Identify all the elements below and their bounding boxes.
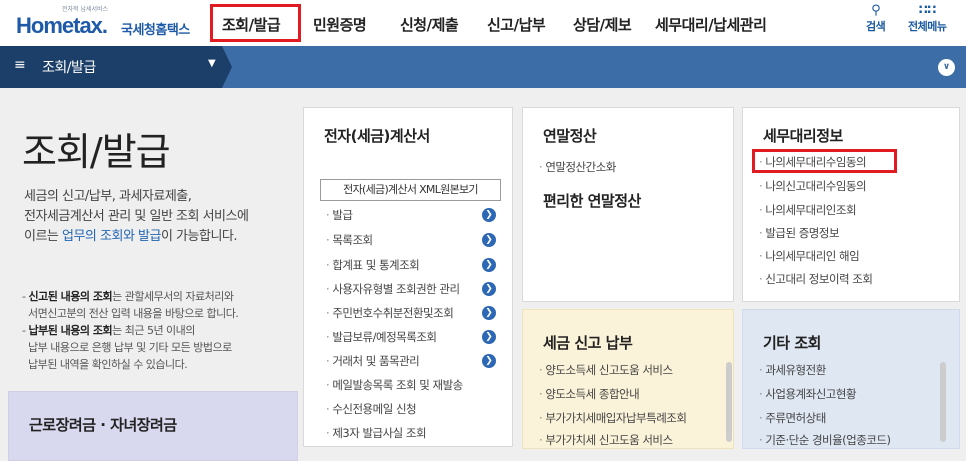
list-item[interactable]: 나의세무대리인 해임	[759, 248, 859, 264]
arrow-right-icon[interactable]: ❯	[482, 354, 496, 368]
search-button[interactable]: ⚲ 검색	[866, 3, 886, 34]
list-item[interactable]: 기준·단순 경비율(업종코드)	[759, 432, 891, 448]
list-item[interactable]: 연말정산간소화	[539, 159, 616, 175]
nav-report-pay[interactable]: 신고/납부	[487, 14, 546, 35]
search-icon: ⚲	[871, 3, 881, 18]
list-item[interactable]: 발급된 증명정보	[759, 225, 839, 241]
scrollbar[interactable]	[940, 362, 946, 442]
list-item[interactable]: 양도소득세 종합안내	[539, 386, 639, 402]
location-bar: ≡ 조회/발급 ▼ ∨	[0, 46, 966, 88]
list-item[interactable]: 나의세무대리인조회	[759, 202, 856, 218]
list-item[interactable]: 제3자 발급사실 조회	[326, 425, 426, 441]
card-etc-inquiry: 기타 조회 과세유형전환 사업용계좌신고현황 주류면허상태 기준·단순 경비율(…	[742, 309, 960, 449]
list-item[interactable]: 부가가치세매입자납부특례조회	[539, 410, 687, 426]
list-item[interactable]: 발급보류/예정목록조회	[326, 329, 437, 345]
arrow-right-icon[interactable]: ❯	[482, 208, 496, 222]
arrow-right-icon[interactable]: ❯	[482, 233, 496, 247]
arrow-right-icon[interactable]: ❯	[482, 282, 496, 296]
list-item[interactable]: 주민번호수취분전환및조회	[326, 305, 453, 321]
logo-subtext: 전자적 납세서비스	[62, 6, 109, 13]
logo-text: Hometax.	[16, 13, 108, 38]
list-item[interactable]: 거래처 및 품목관리	[326, 353, 419, 369]
card-title: 연말정산	[543, 127, 597, 145]
list-item[interactable]: 목록조회	[326, 232, 373, 248]
list-item[interactable]: 부가가치세 신고도움 서비스	[539, 432, 673, 448]
card-subtitle[interactable]: 편리한 연말정산	[543, 190, 641, 211]
list-item[interactable]: 과세유형전환	[759, 362, 826, 378]
caret-down-icon[interactable]: ▼	[208, 58, 216, 69]
grid-icon: ∷∷	[918, 3, 937, 18]
location-dropdown[interactable]	[0, 46, 232, 88]
child-incentive-card[interactable]: 근로장려금 · 자녀장려금	[8, 391, 298, 461]
highlight-box-agent-item	[752, 149, 897, 173]
card-year-end: 연말정산 연말정산간소화 편리한 연말정산	[522, 107, 734, 302]
page-title: 조회/발급	[22, 130, 171, 174]
card-title: 전자(세금)계산서	[324, 127, 430, 145]
card-tax-agent-info: 세무대리정보 나의세무대리수임동의 나의신고대리수임동의 나의세무대리인조회 발…	[742, 107, 960, 302]
list-item[interactable]: 합계표 및 통계조회	[326, 257, 419, 273]
nav-civil-certificate[interactable]: 민원증명	[313, 14, 367, 35]
list-item[interactable]: 나의신고대리수임동의	[759, 178, 866, 194]
top-header: 전자적 납세서비스 Hometax. 국세청홈택스 조회/발급 민원증명 신청/…	[0, 0, 966, 46]
list-item[interactable]: 양도소득세 신고도움 서비스	[539, 362, 673, 378]
hometax-logo[interactable]: 전자적 납세서비스 Hometax. 국세청홈택스	[12, 2, 192, 42]
arrow-right-icon[interactable]: ❯	[482, 306, 496, 320]
card-tax-report: 세금 신고 납부 양도소득세 신고도움 서비스 양도소득세 종합안내 부가가치세…	[522, 309, 734, 449]
arrow-right-icon[interactable]: ❯	[482, 258, 496, 272]
nav-tax-agent[interactable]: 세무대리/납세관리	[655, 14, 767, 35]
list-item[interactable]: 사용자유형별 조회권한 관리	[326, 281, 460, 297]
logo-korean: 국세청홈택스	[121, 23, 190, 38]
list-item[interactable]: 신고대리 정보이력 조회	[759, 271, 873, 287]
xml-view-button[interactable]: 전자(세금)계산서 XML원본보기	[320, 179, 501, 201]
hamburger-icon[interactable]: ≡	[14, 57, 26, 73]
card-title: 세무대리정보	[763, 127, 843, 145]
list-item[interactable]: 사업용계좌신고현황	[759, 386, 856, 402]
card-title: 세금 신고 납부	[543, 334, 633, 352]
nav-apply-submit[interactable]: 신청/제출	[400, 14, 459, 35]
card-title: 기타 조회	[763, 334, 821, 352]
chevron-down-icon[interactable]: ∨	[938, 59, 955, 76]
list-item[interactable]: 수신전용메일 신청	[326, 401, 416, 417]
nav-consult-report[interactable]: 상담/제보	[573, 14, 632, 35]
arrow-right-icon[interactable]: ❯	[482, 330, 496, 344]
list-item[interactable]: 메일발송목록 조회 및 재발송	[326, 377, 463, 393]
list-item[interactable]: 발급	[326, 207, 353, 223]
scrollbar[interactable]	[726, 362, 732, 442]
child-incentive-title: 근로장려금 · 자녀장려금	[29, 416, 177, 434]
list-item[interactable]: 주류면허상태	[759, 410, 826, 426]
left-intro: 조회/발급 세금의 신고/납부, 과세자료제출, 전자세금계산서 관리 및 일반…	[0, 88, 300, 461]
card-e-invoice: 전자(세금)계산서 전자(세금)계산서 XML원본보기 발급 ❯ 목록조회 ❯ …	[303, 107, 513, 447]
all-menu-button[interactable]: ∷∷ 전체메뉴	[908, 3, 947, 34]
nav-inquiry-issue[interactable]: 조회/발급	[222, 14, 281, 35]
note-reported: - 신고된 내용의 조회는 관할세무서의 자료처리와 서면신고분의 전산 입력 …	[22, 290, 239, 320]
page-description: 세금의 신고/납부, 과세자료제출, 전자세금계산서 관리 및 일반 조회 서비…	[24, 189, 249, 244]
location-label: 조회/발급	[42, 60, 96, 76]
note-paid: - 납부된 내용의 조회는 최근 5년 이내의 납부 내용으로 은행 납부 및 …	[22, 324, 232, 371]
